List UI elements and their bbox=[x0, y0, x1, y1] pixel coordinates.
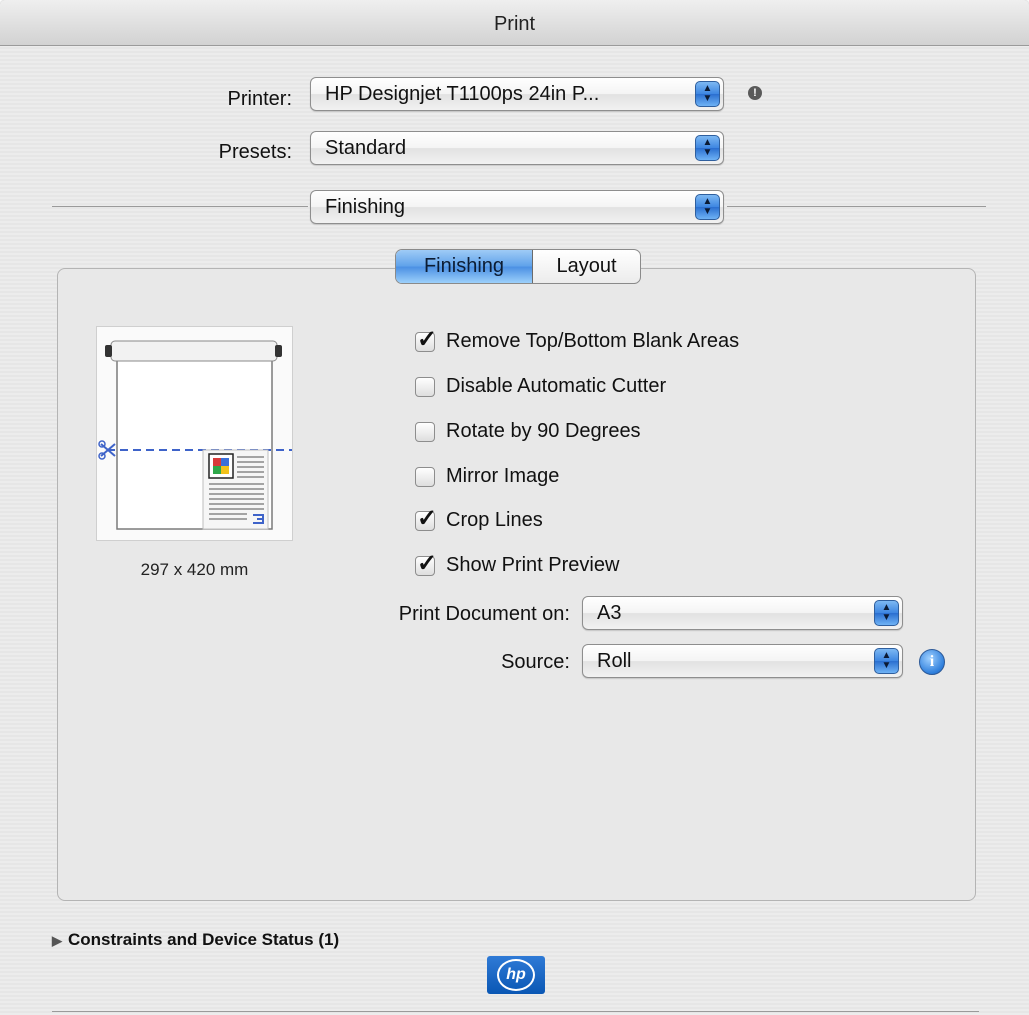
updown-arrows-icon: ▲ ▼ bbox=[695, 81, 720, 107]
updown-arrows-icon: ▲ ▼ bbox=[695, 194, 720, 220]
checkbox-label: Remove Top/Bottom Blank Areas bbox=[446, 330, 740, 352]
checkmark-icon: ✓ bbox=[417, 505, 438, 532]
updown-arrows-icon: ▲ ▼ bbox=[695, 135, 720, 161]
checkbox-label: Crop Lines bbox=[446, 509, 543, 531]
print-document-on-label: Print Document on: bbox=[398, 603, 570, 625]
constraints-label: Constraints and Device Status (1) bbox=[68, 930, 340, 949]
window-title: Print bbox=[493, 13, 536, 35]
separator-left bbox=[52, 206, 308, 207]
checkbox[interactable]: ✓ bbox=[415, 505, 437, 532]
source-value: Roll bbox=[597, 650, 632, 672]
presets-popup[interactable]: Standard ▲ ▼ bbox=[310, 131, 724, 165]
hp-logo-mark: hp bbox=[497, 959, 535, 991]
updown-arrows-icon: ▲ ▼ bbox=[874, 600, 899, 626]
title-bar[interactable]: Print bbox=[0, 0, 1029, 46]
pane-selector-value: Finishing bbox=[325, 196, 406, 218]
checkbox-label: Mirror Image bbox=[446, 465, 560, 487]
bottom-separator bbox=[52, 1011, 979, 1012]
presets-value: Standard bbox=[325, 137, 407, 159]
print-document-on-value: A3 bbox=[597, 602, 622, 624]
exclamation-icon[interactable]: ! bbox=[748, 86, 762, 100]
checkbox[interactable]: ✓ bbox=[415, 550, 437, 577]
presets-label: Presets: bbox=[218, 141, 292, 163]
pane-selector-popup[interactable]: Finishing ▲ ▼ bbox=[310, 190, 724, 224]
tab-layout[interactable]: Layout bbox=[533, 250, 640, 283]
checkbox-label: Rotate by 90 Degrees bbox=[446, 420, 641, 442]
checkbox[interactable] bbox=[415, 467, 435, 487]
hp-logo: hp bbox=[487, 956, 545, 994]
checkmark-icon: ✓ bbox=[417, 550, 438, 577]
source-popup[interactable]: Roll ▲ ▼ bbox=[582, 644, 903, 678]
printer-label: Printer: bbox=[227, 88, 292, 110]
tab-finishing[interactable]: Finishing bbox=[396, 250, 533, 283]
constraints-disclosure[interactable]: ▶ Constraints and Device Status (1) bbox=[52, 930, 339, 950]
checkbox-label: Show Print Preview bbox=[446, 554, 620, 576]
print-dialog: Print Printer: HP Designjet T1100ps 24in… bbox=[0, 0, 1029, 1015]
print-document-on-popup[interactable]: A3 ▲ ▼ bbox=[582, 596, 903, 630]
tab-bar: Finishing Layout bbox=[395, 249, 641, 284]
checkbox[interactable]: ✓ bbox=[415, 326, 437, 353]
paper-size-label: 297 x 420 mm bbox=[140, 560, 249, 579]
checkbox-label: Disable Automatic Cutter bbox=[446, 375, 667, 397]
separator-right bbox=[727, 206, 986, 207]
paper-preview bbox=[96, 326, 293, 541]
source-label: Source: bbox=[501, 651, 570, 673]
updown-arrows-icon: ▲ ▼ bbox=[874, 648, 899, 674]
checkbox[interactable] bbox=[415, 422, 435, 442]
checkbox[interactable] bbox=[415, 377, 435, 397]
printer-popup[interactable]: HP Designjet T1100ps 24in P... ▲ ▼ bbox=[310, 77, 724, 111]
printer-value: HP Designjet T1100ps 24in P... bbox=[325, 83, 600, 105]
info-icon[interactable]: i bbox=[919, 649, 945, 675]
roll-paper-illustration bbox=[98, 340, 292, 530]
disclosure-triangle-icon[interactable]: ▶ bbox=[52, 933, 62, 948]
checkmark-icon: ✓ bbox=[417, 326, 438, 353]
